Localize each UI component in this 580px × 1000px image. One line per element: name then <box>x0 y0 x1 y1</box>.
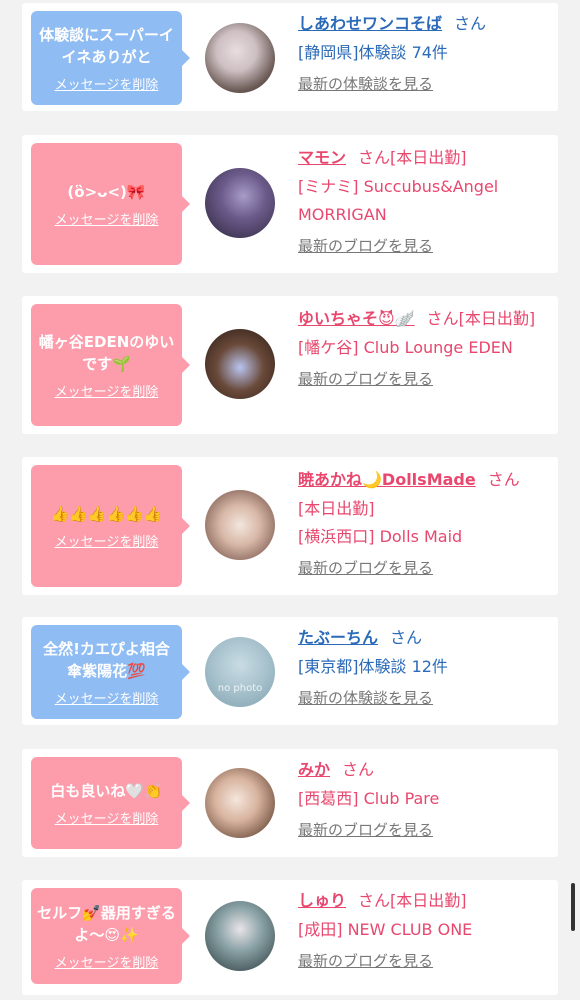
user-info: ゆいちゃそ😈🪽 さん[本日出勤] [幡ケ谷] Club Lounge EDEN 最… <box>298 304 556 390</box>
honorific: さん <box>342 760 375 779</box>
message-text: 幡ヶ谷EDENのゆいです🌱 <box>38 332 175 373</box>
delete-message-link[interactable]: メッセージを削除 <box>55 74 159 93</box>
delete-message-link[interactable]: メッセージを削除 <box>55 952 159 971</box>
user-shop-info: [横浜西口] Dolls Maid <box>298 527 463 546</box>
user-info: しあわせワンコそば さん [静岡県]体験談 74件 最新の体験談を見る <box>298 9 556 95</box>
honorific: さん[本日出勤] <box>426 309 536 328</box>
message-text: セルフ💅器用すぎるよ〜😍✨ <box>37 903 176 944</box>
user-name-link[interactable]: マモン <box>298 148 346 167</box>
no-photo-avatar[interactable]: no photo <box>205 637 275 707</box>
avatar[interactable] <box>205 768 275 838</box>
honorific: さん[本日出勤] <box>358 148 467 167</box>
delete-message-link[interactable]: メッセージを削除 <box>55 209 159 228</box>
list-item: 👍👍👍👍👍👍 メッセージを削除 暁あかね🌙DollsMade さん [本日出勤] … <box>22 457 558 595</box>
see-latest-link[interactable]: 最新のブログを見る <box>298 557 556 579</box>
list-item: 体験談にスーパーイイネありがと メッセージを削除 しあわせワンコそば さん [静岡… <box>22 3 558 111</box>
user-sub-info: [幡ケ谷] Club Lounge EDEN <box>298 338 513 357</box>
message-text: 👍👍👍👍👍👍 <box>50 504 163 523</box>
message-bubble: 全然!カエぴよ相合傘紫陽花💯 メッセージを削除 <box>31 625 190 719</box>
user-sub-info: [本日出勤] <box>298 499 375 518</box>
list-item: 全然!カエぴよ相合傘紫陽花💯 メッセージを削除 no photo たぶーちん さん… <box>22 617 558 725</box>
user-sub-info: [西葛西] Club Pare <box>298 789 440 808</box>
user-name-link[interactable]: 暁あかね🌙DollsMade <box>298 470 476 489</box>
delete-message-link[interactable]: メッセージを削除 <box>55 808 159 827</box>
no-photo-label: no photo <box>217 683 263 694</box>
user-info: みか さん [西葛西] Club Pare 最新のブログを見る <box>298 755 556 841</box>
message-text: 体験談にスーパーイイネありがと <box>39 25 174 66</box>
list-item: 幡ヶ谷EDENのゆいです🌱 メッセージを削除 ゆいちゃそ😈🪽 さん[本日出勤] [… <box>22 296 558 434</box>
user-sub-info: [ミナミ] Succubus&Angel MORRIGAN <box>298 177 499 224</box>
delete-message-link[interactable]: メッセージを削除 <box>55 381 159 400</box>
avatar[interactable] <box>205 168 275 238</box>
user-name-link[interactable]: しゅり <box>298 891 346 910</box>
message-text: 白も良いね🤍👏 <box>50 781 163 800</box>
delete-message-link[interactable]: メッセージを削除 <box>55 688 159 707</box>
message-bubble: (ὃ>ᴗ<)🎀 メッセージを削除 <box>31 143 190 265</box>
honorific: さん[本日出勤] <box>358 891 467 910</box>
see-latest-link[interactable]: 最新の体験談を見る <box>298 687 556 709</box>
user-sub-info: [静岡県]体験談 74件 <box>298 43 448 62</box>
message-text: (ὃ>ᴗ<)🎀 <box>67 182 146 201</box>
avatar[interactable] <box>205 329 275 399</box>
user-info: しゅり さん[本日出勤] [成田] NEW CLUB ONE 最新のブログを見る <box>298 886 556 972</box>
user-name-link[interactable]: ゆいちゃそ😈🪽 <box>298 309 415 328</box>
see-latest-link[interactable]: 最新のブログを見る <box>298 950 556 972</box>
see-latest-link[interactable]: 最新のブログを見る <box>298 368 556 390</box>
honorific: さん <box>390 628 423 647</box>
user-info: たぶーちん さん [東京都]体験談 12件 最新の体験談を見る <box>298 623 556 709</box>
delete-message-link[interactable]: メッセージを削除 <box>55 531 159 550</box>
user-info: マモン さん[本日出勤] [ミナミ] Succubus&Angel MORRIGA… <box>298 143 556 257</box>
message-text: 全然!カエぴよ相合傘紫陽花💯 <box>43 639 170 680</box>
honorific: さん <box>487 470 520 489</box>
message-bubble: セルフ💅器用すぎるよ〜😍✨ メッセージを削除 <box>31 888 190 984</box>
user-info: 暁あかね🌙DollsMade さん [本日出勤] [横浜西口] Dolls Mai… <box>298 465 556 579</box>
message-bubble: 幡ヶ谷EDENのゆいです🌱 メッセージを削除 <box>31 304 190 426</box>
avatar[interactable] <box>205 490 275 560</box>
list-item: (ὃ>ᴗ<)🎀 メッセージを削除 マモン さん[本日出勤] [ミナミ] Succu… <box>22 135 558 273</box>
honorific: さん <box>454 14 487 33</box>
user-name-link[interactable]: しあわせワンコそば <box>298 14 442 33</box>
see-latest-link[interactable]: 最新のブログを見る <box>298 819 556 841</box>
avatar[interactable] <box>205 23 275 93</box>
message-bubble: 体験談にスーパーイイネありがと メッセージを削除 <box>31 11 190 105</box>
user-name-link[interactable]: みか <box>298 760 330 779</box>
avatar[interactable] <box>205 901 275 971</box>
user-sub-info: [成田] NEW CLUB ONE <box>298 920 473 939</box>
message-bubble: 白も良いね🤍👏 メッセージを削除 <box>31 757 190 849</box>
user-sub-info: [東京都]体験談 12件 <box>298 657 448 676</box>
user-name-link[interactable]: たぶーちん <box>298 628 378 647</box>
see-latest-link[interactable]: 最新の体験談を見る <box>298 73 556 95</box>
message-bubble: 👍👍👍👍👍👍 メッセージを削除 <box>31 465 190 587</box>
scrollbar[interactable] <box>571 883 575 931</box>
list-item: 白も良いね🤍👏 メッセージを削除 みか さん [西葛西] Club Pare 最新… <box>22 749 558 857</box>
list-item: セルフ💅器用すぎるよ〜😍✨ メッセージを削除 しゅり さん[本日出勤] [成田] … <box>22 880 558 995</box>
see-latest-link[interactable]: 最新のブログを見る <box>298 235 556 257</box>
